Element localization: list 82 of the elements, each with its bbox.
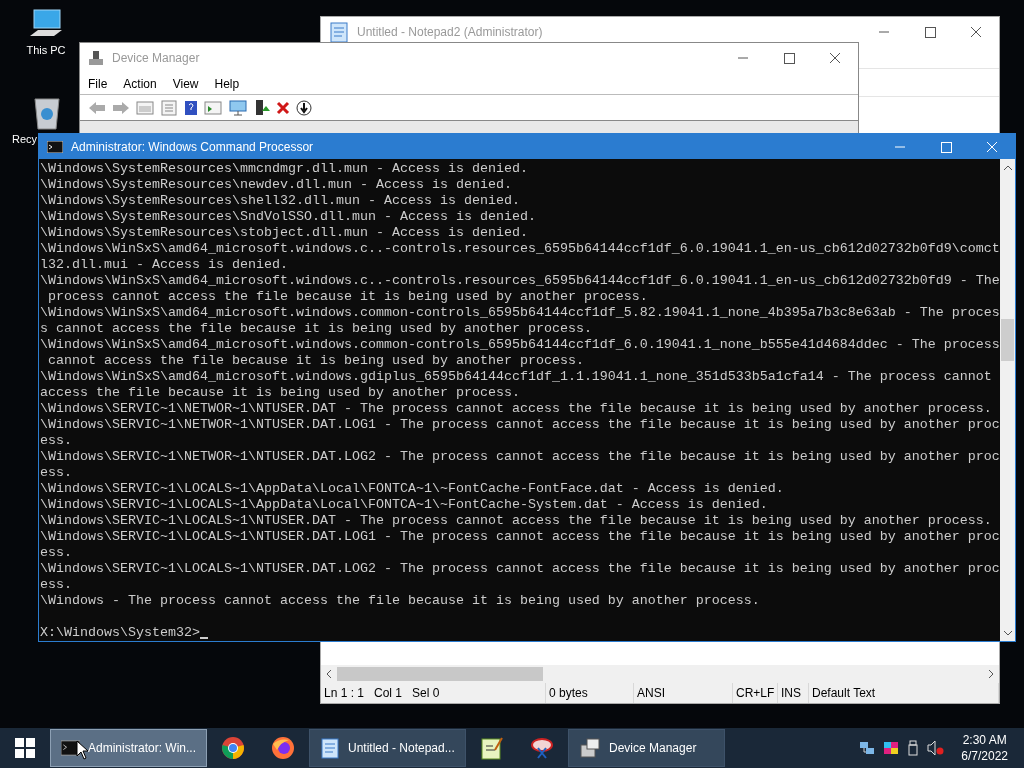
status-text: Ln 1 : 1 Col 1 Sel 0 [324, 685, 440, 702]
speaker-muted-icon[interactable] [927, 740, 946, 756]
usb-drive-icon[interactable] [907, 740, 920, 756]
menu-item[interactable]: Help [214, 74, 240, 93]
console-line: cannot access the file because it is being used by another process. [47, 353, 585, 369]
status-text: CR+LF [736, 685, 775, 702]
window-title: Administrator: Windows Command Processor [71, 138, 314, 156]
pointer-icon [76, 740, 88, 760]
console-line: \Windows\SERVIC~1\LOCALS~1\AppData\Local\FONTCA~1\~FontCache-System.dat - Access is denied. [40, 497, 769, 513]
browser-icon[interactable] [221, 736, 245, 760]
device-icon [579, 737, 601, 759]
device-icon [88, 50, 104, 66]
window-title: Device Manager [112, 50, 200, 67]
help-icon[interactable] [184, 99, 198, 116]
status-text: ANSI [637, 685, 665, 702]
text-cursor [199, 637, 208, 639]
taskbar-button[interactable]: Untitled - Notepad... [309, 729, 466, 767]
pencil-notepad-icon[interactable] [481, 736, 503, 760]
taskbar-button[interactable]: Administrator: Win... [50, 729, 207, 767]
console-line: \Windows\SystemResources\stobject.dll.mun - Access is denied. [40, 225, 529, 241]
console-line: \Windows\SystemResources\shell32.dll.mun - Access is denied. [40, 193, 521, 209]
console-line: process cannot access the file because it is being used by another process. [47, 289, 649, 305]
status-text: INS [781, 685, 801, 702]
console-line: \Windows\SERVIC~1\NETWOR~1\NTUSER.DAT.LOG2 - The process cannot access the file because it is being used by another proc [40, 449, 1000, 465]
clock-date: 6/7/2022 [961, 748, 1008, 764]
console-line: \Windows\WinSxS\amd64_microsoft.windows.common-controls_6595b64144ccf1df_6.0.19041.1_none_b555e41d4684ddec - The process [40, 337, 1000, 353]
console-line: \Windows\SystemResources\mmcndmgr.dll.mun - Access is denied. [40, 161, 529, 177]
browser-icon[interactable] [271, 736, 295, 760]
desktop-icon-label[interactable]: Recy [12, 132, 38, 146]
window-title: Untitled - Notepad2 (Administrator) [357, 24, 543, 41]
scissors-icon[interactable] [530, 736, 554, 760]
add-device-icon[interactable] [254, 98, 270, 117]
windows-start-icon[interactable] [15, 738, 35, 758]
console-line: l32.dll.mui - Access is denied. [40, 257, 289, 273]
console-line: \Windows\WinSxS\amd64_microsoft.windows.gdiplus_6595b64144ccf1df_1.1.19041.1_none_351d533b5a1cfa14 - The process cannot [40, 369, 993, 385]
console-line: ess. [40, 465, 73, 481]
console-line: \Windows\SERVIC~1\LOCALS~1\NTUSER.DAT - The process cannot access the file because it is being used by another process. [40, 513, 993, 529]
console-line: \Windows\SERVIC~1\LOCALS~1\NTUSER.DAT.LOG2 - The process cannot access the file because it is being used by another proc [40, 561, 1000, 577]
network-icon[interactable] [859, 740, 876, 756]
notepad-icon [329, 21, 349, 43]
console-line: \Windows\SystemResources\newdev.dll.mun - Access is denied. [40, 177, 513, 193]
download-icon[interactable] [296, 99, 312, 116]
console-line: \Windows\SERVIC~1\LOCALS~1\NTUSER.DAT.LOG1 - The process cannot access the file because it is being used by another proc [40, 529, 1000, 545]
console-line: \Windows\SystemResources\SndVolSSO.dll.mun - Access is denied. [40, 209, 537, 225]
scroll-up-icon[interactable] [1003, 164, 1012, 170]
color-display-icon[interactable] [883, 740, 900, 756]
horizontal-scrollbar[interactable] [321, 665, 999, 683]
taskbar-button[interactable]: Device Manager [568, 729, 725, 767]
vertical-scrollbar[interactable] [1000, 159, 1015, 641]
console-line: \Windows - The process cannot access the file because it is being used by another process. [40, 593, 761, 609]
scroll-thumb[interactable] [337, 667, 543, 681]
notepad-icon [320, 737, 340, 759]
clock[interactable]: 2:30 AM 6/7/2022 [953, 732, 1016, 764]
desktop-icon-label[interactable]: This PC [26, 43, 66, 57]
console-line: s cannot access the file because it is being used by another process. [40, 321, 593, 337]
terminal-icon [61, 739, 80, 757]
delete-icon[interactable] [276, 100, 290, 115]
clock-time: 2:30 AM [962, 732, 1007, 748]
monitor-icon[interactable] [228, 99, 248, 116]
menu-item[interactable]: File [88, 74, 108, 93]
console-line: \Windows\WinSxS\amd64_microsoft.windows.c..-controls.resources_6595b64144ccf1df_6.0.19041.1_en-us_cb612d02732b0fd9\comct [40, 241, 1000, 257]
console-line: \Windows\SERVIC~1\NETWOR~1\NTUSER.DAT - The process cannot access the file because it is being used by another process. [40, 401, 993, 417]
console-line: \Windows\WinSxS\amd64_microsoft.windows.common-controls_6595b64144ccf1df_5.82.19041.1_none_4b395a7b3c8e63ab - The proces [40, 305, 1000, 321]
recycle-bin-icon[interactable] [32, 95, 62, 131]
scroll-down-icon[interactable] [1003, 630, 1012, 636]
terminal-icon [47, 140, 63, 153]
status-text: Default Text [812, 685, 876, 702]
console-line: access the file because it is being used by another process. [40, 385, 521, 401]
window-icon[interactable] [204, 99, 222, 116]
console-line: \Windows\SERVIC~1\LOCALS~1\AppData\Local\FONTCA~1\~FontCache-FontFace.dat - Access is denied. [40, 481, 785, 497]
scroll-left-icon[interactable] [326, 670, 332, 678]
console-line: ess. [40, 433, 73, 449]
console-line: \Windows\SERVIC~1\NETWOR~1\NTUSER.DAT.LOG1 - The process cannot access the file because it is being used by another proc [40, 417, 1000, 433]
console-line: ess. [40, 545, 73, 561]
console-line: ess. [40, 577, 73, 593]
console-line: \Windows\WinSxS\amd64_microsoft.windows.c..-controls.resources_6595b64144ccf1df_6.0.19041.1_en-us_cb612d02732b0fd9 - The [40, 273, 1000, 289]
scroll-right-icon[interactable] [988, 670, 994, 678]
scroll-thumb[interactable] [1001, 319, 1014, 361]
command-prompt[interactable]: X:\Windows\System32> [40, 625, 200, 641]
status-text: 0 bytes [549, 685, 588, 702]
menu-item[interactable]: Action [123, 74, 157, 93]
menu-item[interactable]: View [172, 74, 199, 93]
